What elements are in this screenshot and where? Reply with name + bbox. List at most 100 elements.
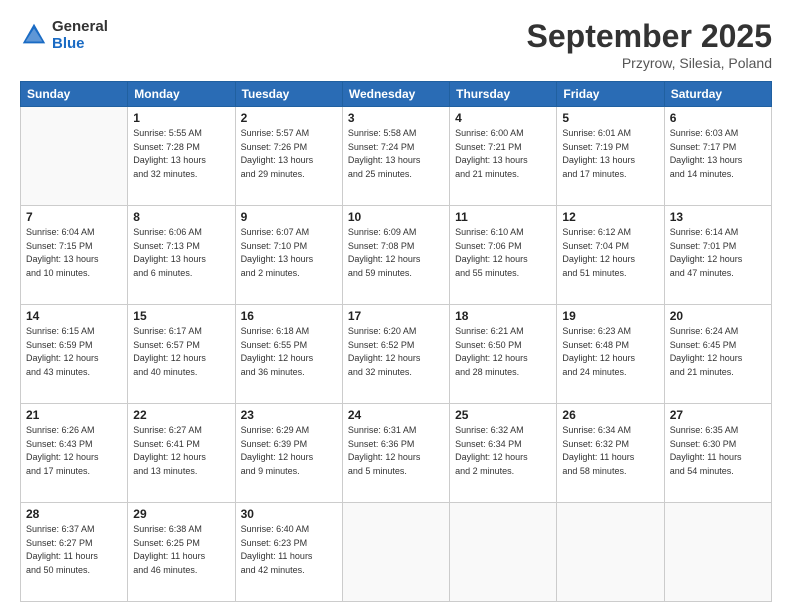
- title-block: September 2025 Przyrow, Silesia, Poland: [527, 18, 772, 71]
- day-number: 22: [133, 408, 229, 422]
- day-info: Sunrise: 6:34 AM Sunset: 6:32 PM Dayligh…: [562, 424, 658, 478]
- day-number: 26: [562, 408, 658, 422]
- calendar-cell: 20 Sunrise: 6:24 AM Sunset: 6:45 PM Dayli…: [664, 305, 771, 404]
- day-number: 17: [348, 309, 444, 323]
- day-number: 5: [562, 111, 658, 125]
- day-info: Sunrise: 6:17 AM Sunset: 6:57 PM Dayligh…: [133, 325, 229, 379]
- calendar-week-row-4: 28Sunrise: 6:37 AM Sunset: 6:27 PM Dayli…: [21, 503, 772, 602]
- calendar-cell: 8 Sunrise: 6:06 AM Sunset: 7:13 PM Daylig…: [128, 206, 235, 305]
- day-number: 13: [670, 210, 766, 224]
- day-number: 14: [26, 309, 122, 323]
- col-saturday: Saturday: [664, 82, 771, 107]
- calendar-cell: 15 Sunrise: 6:17 AM Sunset: 6:57 PM Dayli…: [128, 305, 235, 404]
- day-number: 8: [133, 210, 229, 224]
- col-thursday: Thursday: [450, 82, 557, 107]
- calendar-cell: 13 Sunrise: 6:14 AM Sunset: 7:01 PM Dayli…: [664, 206, 771, 305]
- calendar-cell: 19Sunrise: 6:23 AM Sunset: 6:48 PM Dayli…: [557, 305, 664, 404]
- calendar-cell: 23 Sunrise: 6:29 AM Sunset: 6:39 PM Dayli…: [235, 404, 342, 503]
- logo-text: General Blue: [52, 18, 108, 52]
- calendar-cell: 12 Sunrise: 6:12 AM Sunset: 7:04 PM Dayli…: [557, 206, 664, 305]
- calendar-cell: [450, 503, 557, 602]
- day-info: Sunrise: 6:14 AM Sunset: 7:01 PM Dayligh…: [670, 226, 766, 280]
- day-info: Sunrise: 6:03 AM Sunset: 7:17 PM Dayligh…: [670, 127, 766, 181]
- day-info: Sunrise: 6:01 AM Sunset: 7:19 PM Dayligh…: [562, 127, 658, 181]
- calendar-cell: [342, 503, 449, 602]
- calendar-cell: 7 Sunrise: 6:04 AM Sunset: 7:15 PM Daylig…: [21, 206, 128, 305]
- calendar-cell: 5 Sunrise: 6:01 AM Sunset: 7:19 PM Daylig…: [557, 107, 664, 206]
- day-info: Sunrise: 6:31 AM Sunset: 6:36 PM Dayligh…: [348, 424, 444, 478]
- day-info: Sunrise: 6:35 AM Sunset: 6:30 PM Dayligh…: [670, 424, 766, 478]
- day-info: Sunrise: 6:27 AM Sunset: 6:41 PM Dayligh…: [133, 424, 229, 478]
- calendar-cell: 27 Sunrise: 6:35 AM Sunset: 6:30 PM Dayli…: [664, 404, 771, 503]
- day-info: Sunrise: 6:21 AM Sunset: 6:50 PM Dayligh…: [455, 325, 551, 379]
- day-number: 6: [670, 111, 766, 125]
- logo: General Blue: [20, 18, 108, 52]
- day-info: Sunrise: 6:15 AM Sunset: 6:59 PM Dayligh…: [26, 325, 122, 379]
- calendar-week-row-1: 7 Sunrise: 6:04 AM Sunset: 7:15 PM Daylig…: [21, 206, 772, 305]
- day-number: 23: [241, 408, 337, 422]
- day-number: 25: [455, 408, 551, 422]
- day-info: Sunrise: 6:04 AM Sunset: 7:15 PM Dayligh…: [26, 226, 122, 280]
- day-number: 7: [26, 210, 122, 224]
- col-sunday: Sunday: [21, 82, 128, 107]
- day-info: Sunrise: 6:00 AM Sunset: 7:21 PM Dayligh…: [455, 127, 551, 181]
- day-number: 27: [670, 408, 766, 422]
- day-number: 29: [133, 507, 229, 521]
- day-info: Sunrise: 6:32 AM Sunset: 6:34 PM Dayligh…: [455, 424, 551, 478]
- calendar-cell: [664, 503, 771, 602]
- day-info: Sunrise: 5:57 AM Sunset: 7:26 PM Dayligh…: [241, 127, 337, 181]
- day-info: Sunrise: 6:10 AM Sunset: 7:06 PM Dayligh…: [455, 226, 551, 280]
- calendar-cell: [21, 107, 128, 206]
- day-info: Sunrise: 6:40 AM Sunset: 6:23 PM Dayligh…: [241, 523, 337, 577]
- day-info: Sunrise: 6:06 AM Sunset: 7:13 PM Dayligh…: [133, 226, 229, 280]
- calendar-week-row-2: 14 Sunrise: 6:15 AM Sunset: 6:59 PM Dayli…: [21, 305, 772, 404]
- day-number: 4: [455, 111, 551, 125]
- day-info: Sunrise: 5:58 AM Sunset: 7:24 PM Dayligh…: [348, 127, 444, 181]
- day-info: Sunrise: 6:07 AM Sunset: 7:10 PM Dayligh…: [241, 226, 337, 280]
- day-info: Sunrise: 6:24 AM Sunset: 6:45 PM Dayligh…: [670, 325, 766, 379]
- calendar-cell: 10 Sunrise: 6:09 AM Sunset: 7:08 PM Dayli…: [342, 206, 449, 305]
- day-info: Sunrise: 6:20 AM Sunset: 6:52 PM Dayligh…: [348, 325, 444, 379]
- calendar-cell: 3 Sunrise: 5:58 AM Sunset: 7:24 PM Daylig…: [342, 107, 449, 206]
- header: General Blue September 2025 Przyrow, Sil…: [20, 18, 772, 71]
- col-tuesday: Tuesday: [235, 82, 342, 107]
- day-number: 30: [241, 507, 337, 521]
- day-info: Sunrise: 6:37 AM Sunset: 6:27 PM Dayligh…: [26, 523, 122, 577]
- day-number: 21: [26, 408, 122, 422]
- calendar-cell: 4 Sunrise: 6:00 AM Sunset: 7:21 PM Daylig…: [450, 107, 557, 206]
- day-info: Sunrise: 6:38 AM Sunset: 6:25 PM Dayligh…: [133, 523, 229, 577]
- day-info: Sunrise: 6:09 AM Sunset: 7:08 PM Dayligh…: [348, 226, 444, 280]
- calendar-week-row-0: 1Sunrise: 5:55 AM Sunset: 7:28 PM Daylig…: [21, 107, 772, 206]
- day-number: 11: [455, 210, 551, 224]
- calendar-week-row-3: 21Sunrise: 6:26 AM Sunset: 6:43 PM Dayli…: [21, 404, 772, 503]
- day-info: Sunrise: 6:23 AM Sunset: 6:48 PM Dayligh…: [562, 325, 658, 379]
- page: General Blue September 2025 Przyrow, Sil…: [0, 0, 792, 612]
- day-number: 18: [455, 309, 551, 323]
- day-number: 20: [670, 309, 766, 323]
- day-info: Sunrise: 6:12 AM Sunset: 7:04 PM Dayligh…: [562, 226, 658, 280]
- calendar-table: Sunday Monday Tuesday Wednesday Thursday…: [20, 81, 772, 602]
- day-number: 15: [133, 309, 229, 323]
- calendar-cell: 1Sunrise: 5:55 AM Sunset: 7:28 PM Daylig…: [128, 107, 235, 206]
- day-number: 16: [241, 309, 337, 323]
- col-friday: Friday: [557, 82, 664, 107]
- calendar-cell: 25 Sunrise: 6:32 AM Sunset: 6:34 PM Dayli…: [450, 404, 557, 503]
- calendar-cell: 14 Sunrise: 6:15 AM Sunset: 6:59 PM Dayli…: [21, 305, 128, 404]
- col-wednesday: Wednesday: [342, 82, 449, 107]
- calendar-cell: 6 Sunrise: 6:03 AM Sunset: 7:17 PM Daylig…: [664, 107, 771, 206]
- calendar-cell: 9Sunrise: 6:07 AM Sunset: 7:10 PM Daylig…: [235, 206, 342, 305]
- day-number: 1: [133, 111, 229, 125]
- calendar-cell: 28Sunrise: 6:37 AM Sunset: 6:27 PM Dayli…: [21, 503, 128, 602]
- calendar-cell: 22 Sunrise: 6:27 AM Sunset: 6:41 PM Dayli…: [128, 404, 235, 503]
- day-number: 12: [562, 210, 658, 224]
- calendar-cell: 26 Sunrise: 6:34 AM Sunset: 6:32 PM Dayli…: [557, 404, 664, 503]
- calendar-cell: 17 Sunrise: 6:20 AM Sunset: 6:52 PM Dayli…: [342, 305, 449, 404]
- calendar-cell: 30 Sunrise: 6:40 AM Sunset: 6:23 PM Dayli…: [235, 503, 342, 602]
- day-number: 10: [348, 210, 444, 224]
- location: Przyrow, Silesia, Poland: [527, 55, 772, 71]
- calendar-cell: 24Sunrise: 6:31 AM Sunset: 6:36 PM Dayli…: [342, 404, 449, 503]
- day-info: Sunrise: 6:29 AM Sunset: 6:39 PM Dayligh…: [241, 424, 337, 478]
- day-number: 3: [348, 111, 444, 125]
- month-title: September 2025: [527, 18, 772, 55]
- day-info: Sunrise: 6:18 AM Sunset: 6:55 PM Dayligh…: [241, 325, 337, 379]
